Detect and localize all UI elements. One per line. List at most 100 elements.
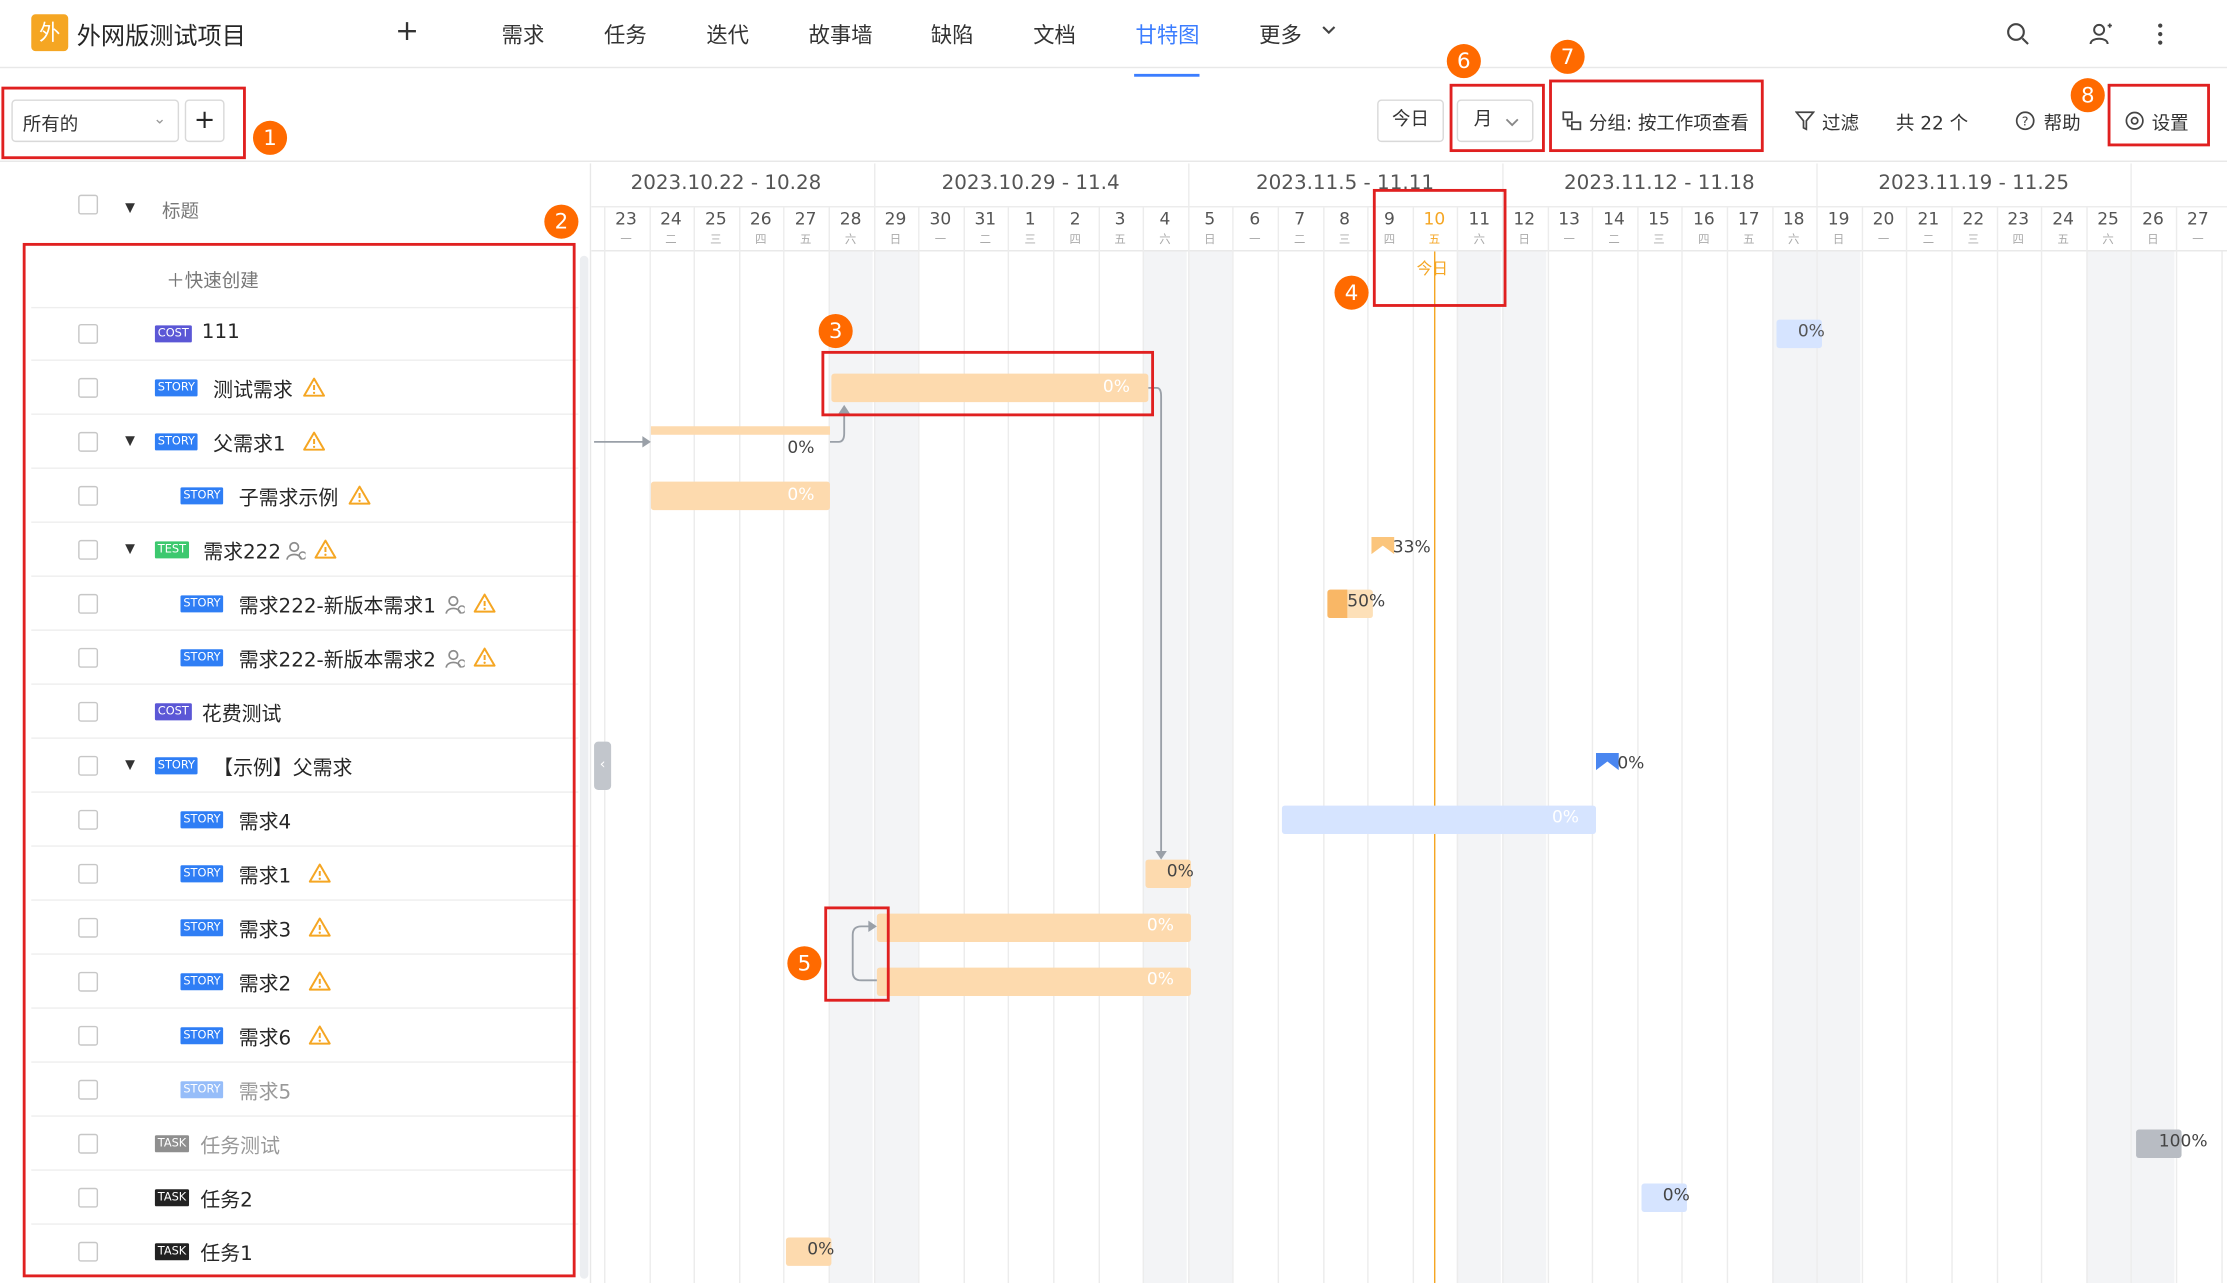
gantt-bar[interactable] — [876, 967, 1191, 996]
filter-icon — [1794, 111, 1815, 131]
weekday-label: 三 — [710, 233, 722, 246]
collapse-panel-button[interactable]: ‹ — [594, 741, 612, 790]
header-grid-line — [1996, 206, 1998, 252]
week-label: 2023.11.12 - 11.18 — [1564, 171, 1755, 195]
annotation-box-2 — [22, 242, 576, 1278]
progress-label: 33% — [1392, 537, 1431, 557]
day-label: 27 — [794, 208, 817, 229]
weekday-label: 一 — [2192, 233, 2204, 246]
nav-documents[interactable]: 文档 — [1033, 20, 1076, 50]
user-icon[interactable] — [2088, 21, 2114, 47]
list-header: ▼ 标题 — [0, 163, 590, 251]
gantt-bar[interactable] — [876, 913, 1191, 942]
nav-gantt[interactable]: 甘特图 — [1136, 20, 1200, 50]
create-button[interactable]: + — [395, 13, 419, 47]
header-grid-line — [2086, 206, 2088, 252]
progress-label: 100% — [2158, 1130, 2208, 1151]
weekday-label: 三 — [1338, 233, 1351, 246]
day-label: 13 — [1558, 208, 1580, 229]
nav-requirements[interactable]: 需求 — [502, 20, 545, 50]
today-button[interactable]: 今日 — [1377, 99, 1444, 143]
header-grid-line — [1951, 206, 1953, 252]
grid-line — [1771, 206, 1774, 1283]
day-label: 23 — [2007, 208, 2030, 229]
weekday-label: 日 — [1832, 233, 1845, 246]
nav-tasks[interactable]: 任务 — [604, 20, 647, 50]
day-label: 26 — [2142, 208, 2164, 229]
day-label: 20 — [1872, 208, 1895, 229]
weekday-label: 六 — [1159, 233, 1171, 246]
header-grid-line — [1861, 206, 1863, 252]
gantt-summary-bar[interactable] — [650, 426, 830, 435]
more-vertical-icon[interactable] — [2155, 21, 2166, 47]
help-button[interactable]: 帮助 — [2044, 108, 2081, 135]
grid-line — [738, 206, 741, 1283]
day-label: 12 — [1513, 208, 1536, 229]
progress-label: 0% — [1551, 807, 1580, 827]
day-label: 27 — [2187, 208, 2209, 229]
header-grid-line — [873, 206, 875, 252]
grid-line — [1412, 206, 1414, 1283]
annotation-marker-7: 7 — [1550, 39, 1585, 74]
grid-line — [1232, 206, 1235, 1283]
header-grid-line — [918, 206, 920, 252]
day-label: 19 — [1827, 208, 1850, 229]
day-label: 16 — [1693, 208, 1715, 229]
weekday-label: 三 — [1024, 233, 1036, 246]
weekday-label: 四 — [755, 233, 767, 246]
weekday-label: 五 — [2057, 233, 2069, 246]
day-label: 26 — [749, 208, 772, 229]
select-all-checkbox[interactable] — [78, 194, 99, 215]
filter-button[interactable]: 过滤 — [1822, 108, 1859, 135]
day-label: 28 — [839, 208, 862, 229]
grid-line — [1636, 206, 1639, 1283]
grid-line — [2175, 206, 2178, 1283]
list-scrollbar[interactable] — [579, 255, 589, 1279]
svg-text:?: ? — [2022, 115, 2029, 130]
header-grid-line — [1816, 206, 1818, 252]
top-navigation-bar: 外 外网版测试项目 + 需求 任务 迭代 故事墙 缺陷 文档 甘特图 更多 — [0, 0, 2227, 77]
grid-line — [1861, 206, 1863, 1283]
grid-line — [1367, 206, 1369, 1283]
weekday-label: 六 — [2102, 233, 2114, 246]
gantt-bar[interactable] — [1281, 805, 1597, 835]
weekday-label: 一 — [1563, 233, 1575, 246]
header-grid-line — [1547, 206, 1549, 252]
grid-line — [1592, 206, 1594, 1283]
progress-label: 0% — [1146, 914, 1174, 935]
header-grid-line — [1187, 206, 1190, 252]
annotation-marker-1: 1 — [252, 120, 288, 155]
annotation-marker-8: 8 — [2070, 78, 2105, 113]
collapse-all-icon[interactable]: ▼ — [125, 202, 135, 216]
day-label: 17 — [1737, 208, 1760, 229]
day-label: 8 — [1339, 208, 1351, 229]
header-grid-line — [1053, 206, 1055, 252]
grid-line — [1547, 206, 1549, 1283]
grid-line — [2220, 206, 2223, 1283]
header-grid-line — [1906, 206, 1908, 252]
project-logo: 外 — [31, 14, 69, 52]
nav-more[interactable]: 更多 — [1259, 20, 1302, 50]
chevron-down-icon — [1322, 26, 1336, 35]
header-grid-line — [1681, 206, 1684, 252]
search-icon[interactable] — [2005, 21, 2031, 47]
item-count: 共 22 个 — [1895, 113, 1969, 135]
header-grid-line — [783, 206, 786, 252]
header-grid-line — [1367, 206, 1369, 252]
weekday-label: 日 — [2147, 233, 2159, 246]
weekday-label: 日 — [889, 233, 902, 246]
day-label: 18 — [1782, 208, 1805, 229]
nav-iterations[interactable]: 迭代 — [706, 20, 749, 50]
nav-story-wall[interactable]: 故事墙 — [809, 20, 873, 50]
weekday-label: 二 — [979, 233, 991, 246]
progress-label: 0% — [1617, 753, 1645, 773]
weekend-column — [2086, 251, 2131, 1283]
weekend-column — [1187, 251, 1232, 1283]
nav-defects[interactable]: 缺陷 — [931, 20, 974, 50]
weekday-label: 二 — [1294, 233, 1306, 246]
progress-label: 0% — [787, 484, 815, 505]
progress-fill — [1327, 589, 1348, 619]
annotation-marker-6: 6 — [1446, 44, 1481, 79]
active-tab-indicator — [1134, 73, 1200, 77]
project-name[interactable]: 外网版测试项目 — [77, 16, 246, 51]
